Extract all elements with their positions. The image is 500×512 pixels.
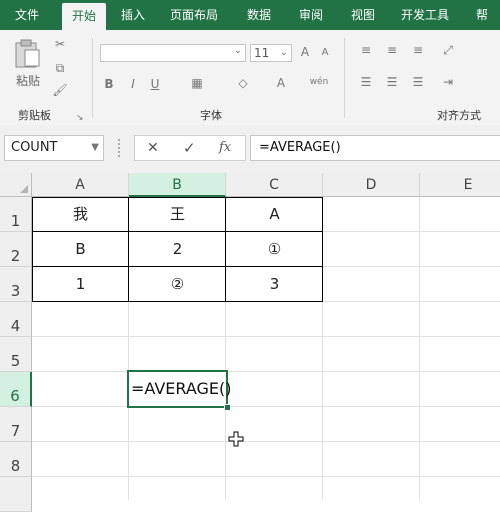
border-icon[interactable]: ▦	[188, 75, 206, 91]
row-header-4[interactable]: 4	[0, 302, 32, 337]
cell-b1[interactable]: 王	[129, 197, 226, 232]
underline-button[interactable]: U	[148, 76, 162, 92]
separator	[344, 38, 345, 118]
row-header-1[interactable]: 1	[0, 197, 32, 232]
name-box-value: COUNT	[11, 140, 58, 155]
column-header-c[interactable]: C	[226, 173, 323, 197]
copy-icon[interactable]: ⧉	[52, 60, 68, 76]
row-header-2[interactable]: 2	[0, 232, 32, 267]
clipboard-group-label: 剪贴板	[18, 109, 51, 122]
cell-c2[interactable]: ①	[226, 232, 323, 267]
font-name-select[interactable]: ⌄	[100, 44, 246, 62]
separator	[92, 38, 93, 118]
gridline	[419, 197, 420, 500]
row-header-8[interactable]: 8	[0, 442, 32, 477]
formula-bar: COUNT ▼ ✕ ✓ fx =AVERAGE()	[0, 125, 500, 173]
chevron-down-icon: ▼	[91, 142, 99, 153]
format-painter-icon[interactable]: 🖌	[52, 82, 68, 98]
gridline	[32, 406, 500, 407]
font-size-select[interactable]: 11 ⌄	[250, 44, 292, 62]
align-right-icon[interactable]: ☰	[410, 74, 426, 90]
active-cell-value: =AVERAGE()	[131, 379, 232, 398]
formula-controls: ✕ ✓ fx	[134, 135, 246, 161]
tab-review[interactable]: 审阅	[288, 0, 334, 30]
gridline	[32, 336, 500, 337]
tab-file[interactable]: 文件	[0, 0, 54, 30]
gridline	[32, 476, 500, 477]
align-center-icon[interactable]: ☰	[384, 74, 400, 90]
tab-page-layout[interactable]: 页面布局	[162, 0, 226, 30]
formula-bar-grip	[118, 139, 122, 157]
column-header-d[interactable]: D	[323, 173, 420, 197]
cell-c3[interactable]: 3	[226, 267, 323, 302]
clipboard-icon	[15, 39, 40, 68]
cell-a2[interactable]: B	[32, 232, 129, 267]
tab-data[interactable]: 数据	[236, 0, 282, 30]
bold-button[interactable]: B	[102, 76, 116, 92]
row-header-3[interactable]: 3	[0, 267, 32, 302]
row-header-6[interactable]: 6	[0, 372, 32, 407]
column-header-a[interactable]: A	[32, 173, 129, 197]
insert-function-button[interactable]: fx	[219, 140, 231, 155]
cell-b2[interactable]: 2	[129, 232, 226, 267]
chevron-down-icon: ⌄	[233, 45, 242, 56]
tab-developer[interactable]: 开发工具	[392, 0, 458, 30]
tab-help[interactable]: 帮	[464, 0, 500, 30]
gridline	[32, 441, 500, 442]
paste-label: 粘贴	[15, 74, 40, 88]
row-header-7[interactable]: 7	[0, 407, 32, 442]
ribbon: 粘贴 ✂ ⧉ 🖌 剪贴板 ↘ ⌄ 11 ⌄ A A B I U ▦ ◇ A wé…	[0, 30, 500, 126]
ribbon-tab-bar: 文件 开始 插入 页面布局 数据 审阅 视图 开发工具 帮	[0, 0, 500, 30]
row-header-9[interactable]	[0, 477, 32, 512]
gridline	[32, 371, 500, 372]
cell-a1[interactable]: 我	[32, 197, 129, 232]
tab-insert[interactable]: 插入	[110, 0, 156, 30]
cell-b3[interactable]: ②	[129, 267, 226, 302]
italic-button[interactable]: I	[126, 76, 140, 92]
fill-handle[interactable]	[224, 404, 231, 411]
paste-button[interactable]: 粘贴	[12, 38, 44, 98]
column-header-b[interactable]: B	[129, 173, 226, 197]
select-all-corner[interactable]	[0, 173, 32, 197]
column-header-e[interactable]: E	[420, 173, 500, 197]
cell-a3[interactable]: 1	[32, 267, 129, 302]
tab-view[interactable]: 视图	[340, 0, 386, 30]
row-header-5[interactable]: 5	[0, 337, 32, 372]
fill-color-icon[interactable]: ◇	[234, 75, 252, 91]
align-left-icon[interactable]: ☰	[358, 74, 374, 90]
orientation-icon[interactable]: ⤢	[440, 42, 456, 58]
chevron-down-icon: ⌄	[279, 47, 288, 58]
phonetic-button[interactable]: wén	[308, 74, 330, 90]
align-middle-icon[interactable]: ≡	[384, 42, 400, 58]
spreadsheet-grid: A B C D E 1 2 3 4 5 6 7 8 我 王 A B 2 ① 1 …	[0, 173, 500, 512]
indent-icon[interactable]: ⇥	[440, 74, 456, 90]
tab-home[interactable]: 开始	[62, 3, 106, 30]
mouse-cursor-icon	[228, 431, 244, 447]
cancel-formula-button[interactable]: ✕	[147, 140, 159, 156]
active-cell-b6[interactable]: =AVERAGE()	[127, 370, 232, 408]
align-bottom-icon[interactable]: ≡	[410, 42, 426, 58]
formula-input[interactable]: =AVERAGE()	[250, 135, 500, 161]
decrease-font-icon[interactable]: A	[318, 45, 332, 61]
clipboard-launcher-icon[interactable]: ↘	[76, 110, 84, 126]
align-top-icon[interactable]: ≡	[358, 42, 374, 58]
font-size-value: 11	[254, 46, 270, 60]
alignment-group-label: 对齐方式	[437, 109, 481, 122]
cut-icon[interactable]: ✂	[52, 36, 68, 52]
name-box[interactable]: COUNT ▼	[4, 135, 104, 161]
font-color-icon[interactable]: A	[272, 75, 290, 91]
cell-c1[interactable]: A	[226, 197, 323, 232]
select-all-triangle-icon	[20, 185, 28, 193]
font-group-label: 字体	[200, 109, 222, 122]
enter-formula-button[interactable]: ✓	[183, 139, 196, 157]
increase-font-icon[interactable]: A	[298, 44, 312, 60]
